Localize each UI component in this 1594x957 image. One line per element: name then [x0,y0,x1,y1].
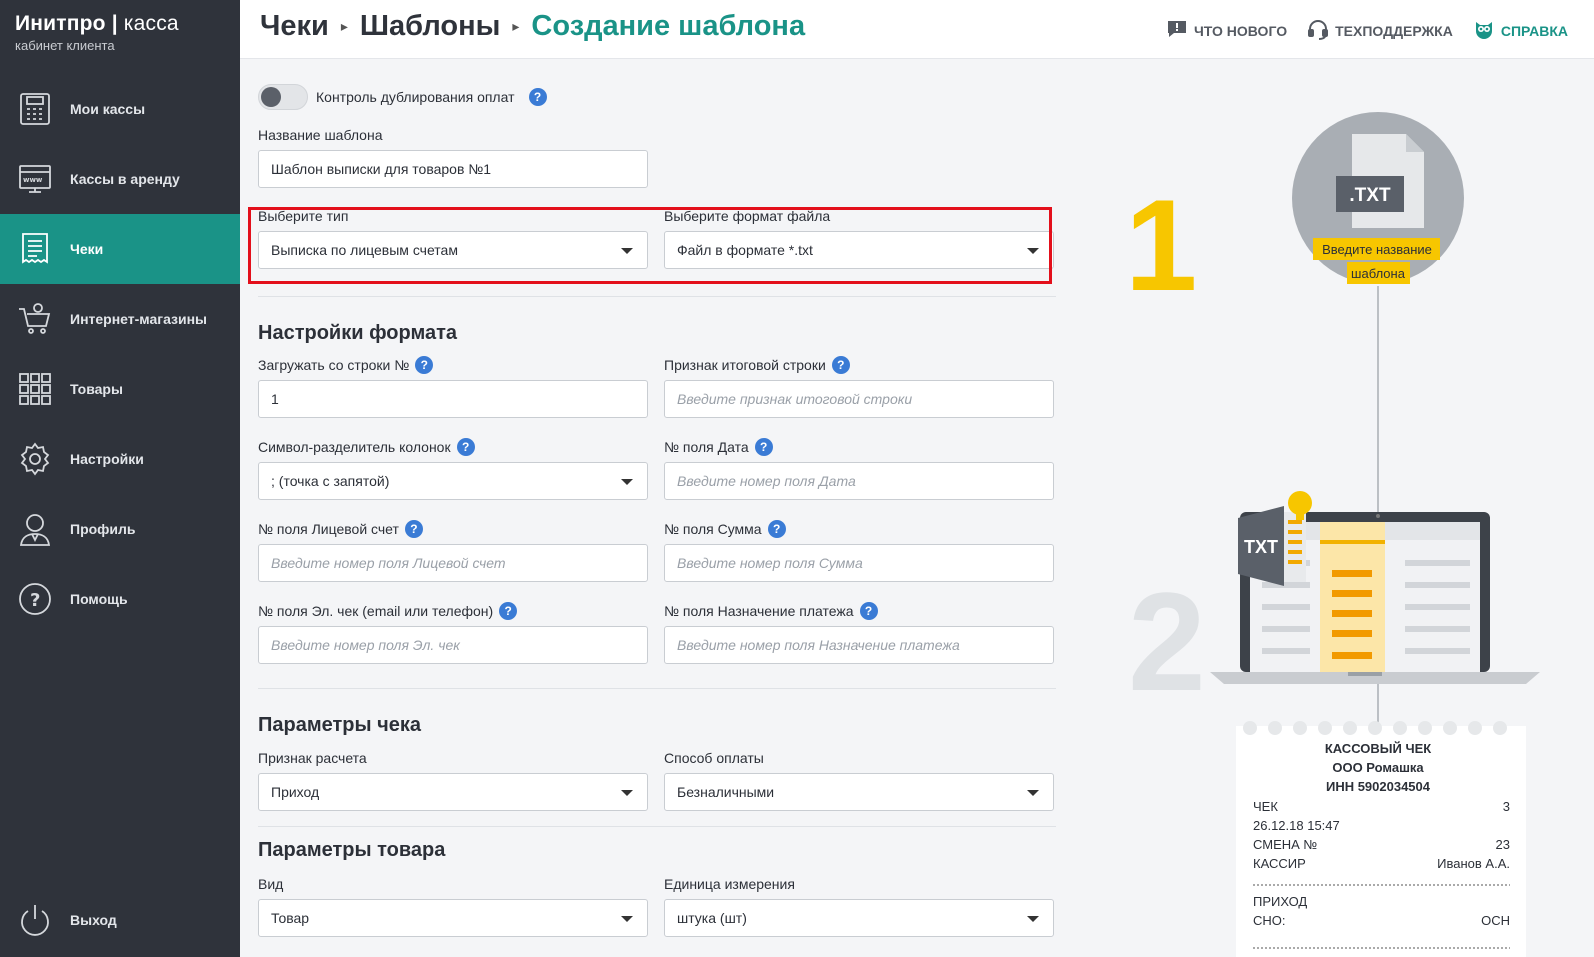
goods-params-title: Параметры товара [258,839,446,861]
template-name-field: Название шаблона Шаблон выписки для това… [258,125,648,188]
help-illustration: 1 .TXT Введите название шаблона 2 TXT КА… [1125,112,1540,957]
echeck-field: № поля Эл. чек (email или телефон)? Введ… [258,601,648,664]
purpose-label: № поля Назначение платежа [664,603,854,619]
receipt-row-key: 26.12.18 15:47 [1253,818,1340,833]
help-icon[interactable]: ? [767,520,786,538]
check-params-title: Параметры чека [258,714,422,736]
total-row-input[interactable]: Введите признак итоговой строки [664,380,1054,418]
receipt-row-key: КАССИР [1253,856,1306,871]
tooltip-line2: шаблона [1351,266,1406,281]
account-label: № поля Лицевой счет [258,521,399,537]
template-name-label: Название шаблона [258,127,383,143]
sum-label: № поля Сумма [664,521,762,537]
chat-bubble-icon [1166,18,1188,43]
pay-select[interactable]: Безналичными [664,773,1054,811]
tooltip-line1: Введите название [1322,242,1432,257]
calc-field: Признак расчета Приход [258,748,648,811]
echeck-label: № поля Эл. чек (email или телефон) [258,603,494,619]
lightbulb-icon [1288,491,1312,515]
news-link[interactable]: ЧТО НОВОГО [1166,18,1287,43]
help-link[interactable]: СПРАВКА [1473,18,1568,43]
start-row-input[interactable]: 1 [258,380,648,418]
receipt-row-value: 23 [1496,837,1510,852]
calc-select[interactable]: Приход [258,773,648,811]
account-input[interactable]: Введите номер поля Лицевой счет [258,544,648,582]
help-icon[interactable]: ? [499,602,518,620]
step-two-number: 2 [1128,563,1206,720]
dup-control-toggle[interactable] [258,84,308,110]
separator-select[interactable]: ; (точка с запятой) [258,462,648,500]
dup-control-label: Контроль дублирования оплат [316,89,515,105]
unit-field: Единица измерения штука (шт) [664,874,1054,937]
kind-field: Вид Товар [258,874,648,937]
template-form: Контроль дублирования оплат ? Название ш… [0,0,1100,957]
total-row-field: Признак итоговой строки? Введите признак… [664,355,1054,418]
template-name-input[interactable]: Шаблон выписки для товаров №1 [258,150,648,188]
receipt-row-key: СНО: [1253,913,1286,928]
sum-field: № поля Сумма? Введите номер поля Сумма [664,519,1054,582]
help-icon[interactable]: ? [404,520,423,538]
headset-icon [1307,18,1329,43]
purpose-field: № поля Назначение платежа? Введите номер… [664,601,1054,664]
divider [258,296,1056,297]
separator-field: Символ-разделитель колонок? ; (точка с з… [258,437,648,500]
receipt-row-value: 3 [1503,799,1510,814]
help-icon[interactable]: ? [415,356,434,374]
date-input[interactable]: Введите номер поля Дата [664,462,1054,500]
pay-field: Способ оплаты Безналичными [664,748,1054,811]
total-row-label: Признак итоговой строки [664,357,826,373]
purpose-input[interactable]: Введите номер поля Назначение платежа [664,626,1054,664]
help-icon[interactable]: ? [456,438,475,456]
help-icon[interactable]: ? [859,602,878,620]
unit-select[interactable]: штука (шт) [664,899,1054,937]
news-label: ЧТО НОВОГО [1193,22,1288,39]
start-row-field: Загружать со строки №? 1 [258,355,648,418]
divider [258,688,1056,689]
receipt-inn: ИНН 5902034504 [1326,779,1431,794]
calc-label: Признак расчета [258,750,367,766]
kind-select[interactable]: Товар [258,899,648,937]
format-settings-title: Настройки формата [258,322,458,344]
receipt-row-value: ОСН [1481,913,1510,928]
highlight-frame [248,207,1052,284]
unit-label: Единица измерения [664,876,795,892]
dup-control-row: Контроль дублирования оплат ? [258,84,547,110]
receipt-row-key: СМЕНА № [1253,837,1317,852]
support-label: ТЕХПОДДЕРЖКА [1335,22,1453,39]
receipt-row-key: ЧЕК [1253,799,1278,814]
owl-icon [1473,18,1495,43]
receipt-org: ООО Ромашка [1332,760,1424,775]
divider [258,826,1056,827]
start-row-label: Загружать со строки № [258,357,410,373]
account-field: № поля Лицевой счет? Введите номер поля … [258,519,648,582]
echeck-input[interactable]: Введите номер поля Эл. чек [258,626,648,664]
date-label: № поля Дата [664,439,749,455]
sum-input[interactable]: Введите номер поля Сумма [664,544,1054,582]
receipt-row-key: ПРИХОД [1253,894,1307,909]
kind-label: Вид [258,876,284,892]
header-links: ЧТО НОВОГО ТЕХПОДДЕРЖКА СПРАВКА [1166,18,1568,43]
help-icon[interactable]: ? [754,438,773,456]
date-field: № поля Дата? Введите номер поля Дата [664,437,1054,500]
laptop-badge-label: TXT [1244,537,1278,557]
pay-label: Способ оплаты [664,750,764,766]
support-link[interactable]: ТЕХПОДДЕРЖКА [1307,18,1453,43]
help-icon[interactable]: ? [831,356,850,374]
step-one-number: 1 [1125,172,1197,318]
file-ext-label: .TXT [1349,185,1391,206]
help-label: СПРАВКА [1500,22,1568,39]
separator-label: Символ-разделитель колонок [258,439,451,455]
receipt-title: КАССОВЫЙ ЧЕК [1325,741,1431,756]
receipt-row-value: Иванов А.А. [1437,856,1510,871]
help-icon[interactable]: ? [528,88,547,106]
